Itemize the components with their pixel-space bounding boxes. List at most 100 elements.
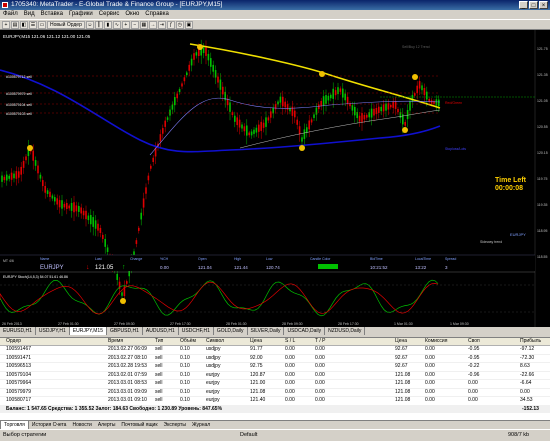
candle-body (421, 85, 423, 91)
table-cell: 100579979 (6, 388, 32, 395)
table-row[interactable]: 100579104 2013.02.01 07:59 sell 0.10 eurjpy 1… (0, 371, 550, 380)
expert-advisors-icon[interactable]: ☺ (85, 20, 94, 29)
column-header[interactable]: Ордер (6, 338, 21, 345)
price-chart[interactable]: #100579712 sell #100579979 sell #1005791… (0, 30, 550, 327)
autoscroll-icon[interactable]: → (148, 20, 157, 29)
new-chart-icon[interactable]: + (2, 20, 10, 29)
zoom-in-icon[interactable]: + (121, 20, 130, 29)
symbol-tab[interactable]: USDJPY,H1 (36, 327, 70, 335)
candle-body (382, 104, 385, 112)
chart-area[interactable]: #100579712 sell #100579979 sell #1005791… (0, 30, 550, 327)
minimize-button[interactable]: _ (519, 1, 528, 9)
navigator-icon[interactable]: ☰ (29, 20, 37, 29)
terminal-header: Ордер Время Тип Объём Символ Цена S / L T / P Це… (0, 338, 550, 346)
terminal-icon[interactable]: ▭ (38, 20, 46, 29)
toolbar: + ▤ ◧ ☰ ▭ Новый Ордер ☺ ┃ ▮ ∿ + − ▦ → ⇥ … (0, 19, 550, 30)
bar-chart-icon[interactable]: ┃ (94, 20, 103, 29)
candle-body (250, 131, 253, 136)
column-header[interactable]: T / P (315, 338, 325, 345)
candle-body (34, 160, 37, 166)
table-row[interactable]: 100591471 2013.02.27 08:10 sell 0.10 usdjpy 9… (0, 354, 550, 363)
menu-file[interactable]: Файл (0, 10, 21, 19)
candle-body (61, 200, 63, 209)
zigzag-marker (412, 74, 418, 80)
table-row[interactable]: 100596513 2013.02.28 19:53 sell 0.10 usdjpy 9… (0, 363, 550, 372)
candle-body (366, 114, 368, 118)
candle-body (315, 107, 318, 115)
tile-windows-icon[interactable]: ▦ (139, 20, 148, 29)
column-header[interactable]: Своп (468, 338, 480, 345)
table-cell: 120.87 (250, 371, 266, 378)
up-arrow-icon: ↑ (122, 264, 126, 271)
new-order-button[interactable]: Новый Ордер (47, 20, 85, 29)
order-label-4: #100579103 sell (6, 112, 32, 116)
candle-body (423, 88, 426, 96)
symbol-tab[interactable]: AUDUSD,H1 (143, 327, 179, 335)
stoch-main-line (0, 279, 439, 317)
symbol-tab[interactable]: USDCAD,Daily (284, 327, 326, 335)
column-header[interactable]: Объём (180, 338, 196, 345)
profiles-icon[interactable]: ▤ (11, 20, 19, 29)
osc-label: EURJPY Stoch(14,5,3) 54.07 51.61 46.86 (3, 275, 68, 279)
candle-body (97, 223, 99, 231)
table-cell: 0.00 (425, 388, 435, 395)
candle-body (282, 96, 284, 107)
table-row[interactable]: 100580717 2013.03.01 09:10 sell 0.10 eurjpy 1… (0, 397, 550, 406)
stoch-signal-line (0, 281, 439, 315)
menu-charts[interactable]: Графики (66, 10, 96, 19)
symbol-tab[interactable]: USDCHF,H1 (179, 327, 214, 335)
column-header[interactable]: S / L (285, 338, 295, 345)
table-cell: 121.08 (395, 371, 411, 378)
close-button[interactable]: × (539, 1, 548, 9)
table-row[interactable]: 100579979 2013.03.01 09:09 sell 0.10 eurjpy 1… (0, 388, 550, 397)
zoom-out-icon[interactable]: − (130, 20, 139, 29)
symbol-tab[interactable]: GBPUSD,H1 (107, 327, 143, 335)
candle-body (397, 109, 399, 113)
info-header: Spread (445, 257, 456, 261)
candle-body (1, 175, 3, 182)
column-header[interactable]: Прибыль (520, 338, 541, 345)
symbol-tab[interactable]: SILVER,Daily (248, 327, 285, 335)
symbol-tab[interactable]: GOLD,Daily (214, 327, 248, 335)
candle-body (217, 76, 219, 83)
symbol-tab[interactable]: EURUSD,H1 (0, 327, 36, 335)
price-tick-label: 118.95 (537, 229, 547, 233)
menu-help[interactable]: Справка (142, 10, 172, 19)
menu-window[interactable]: Окно (122, 10, 142, 19)
table-cell: sell (155, 371, 163, 378)
column-header[interactable]: Тип (155, 338, 163, 345)
candle-body (145, 187, 147, 194)
chart-shift-icon[interactable]: ⇥ (157, 20, 166, 29)
table-cell: 0.00 (425, 354, 435, 361)
menu-insert[interactable]: Вставка (38, 10, 66, 19)
time-axis: 26 Feb 2013 27 Feb 01:30 27 Feb 09:30 27 Fe… (2, 322, 469, 326)
candle-chart-icon[interactable]: ▮ (103, 20, 112, 29)
market-watch-icon[interactable]: ◧ (20, 20, 28, 29)
candle-body (6, 174, 8, 181)
line-chart-icon[interactable]: ∿ (112, 20, 121, 29)
table-row[interactable]: 100579964 2013.03.01 08:53 sell 0.10 eurjpy 1… (0, 380, 550, 389)
column-header[interactable]: Цена (250, 338, 262, 345)
column-header[interactable]: Символ (206, 338, 224, 345)
candle-body (162, 128, 164, 134)
time-left-label: Time Left (495, 177, 527, 184)
symbol-tab[interactable]: EURJPY,M15 (69, 327, 107, 335)
menu-tools[interactable]: Сервис (96, 10, 123, 19)
info-header: Last (95, 257, 102, 261)
menu-view[interactable]: Вид (21, 10, 38, 19)
status-mid: Default (240, 432, 258, 438)
candle-body (82, 210, 85, 216)
candle-body (181, 83, 183, 87)
candle-body (22, 160, 25, 168)
table-row[interactable]: 100591467 2013.02.27 06:09 sell 0.10 usdjpy 9… (0, 346, 550, 355)
symbol-tab[interactable]: NZDUSD,Daily (325, 327, 366, 335)
periods-icon[interactable]: ◷ (175, 20, 184, 29)
maximize-button[interactable]: □ (529, 1, 538, 9)
column-header[interactable]: Комиссия (425, 338, 447, 345)
candle-body (51, 195, 54, 199)
templates-icon[interactable]: ▣ (184, 20, 193, 29)
table-cell: eurjpy (206, 371, 220, 378)
indicators-icon[interactable]: ƒ (166, 20, 175, 29)
column-header[interactable]: Цена (395, 338, 407, 345)
column-header[interactable]: Время (108, 338, 123, 345)
